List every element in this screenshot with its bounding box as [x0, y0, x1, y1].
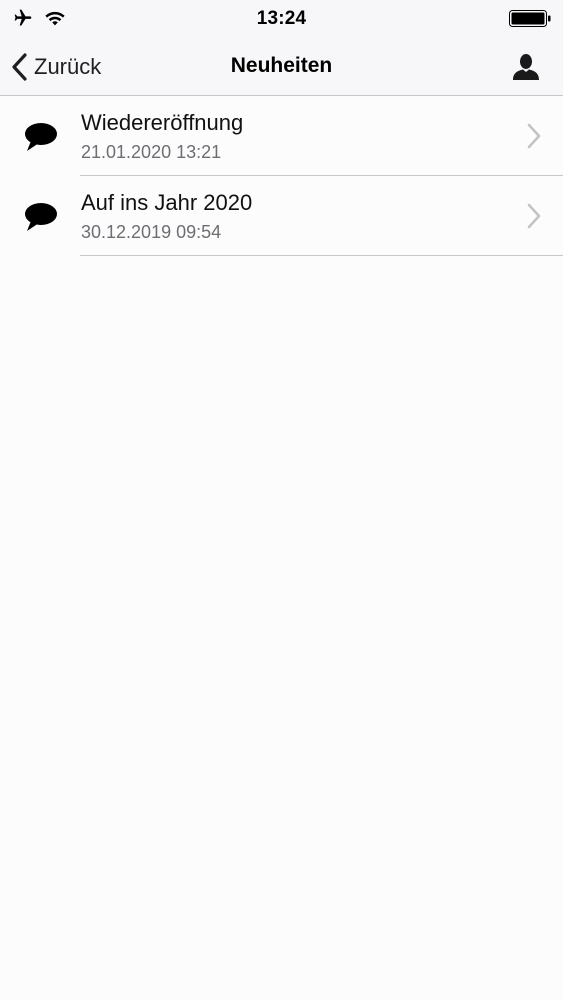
chevron-right-icon [527, 203, 541, 229]
list-item[interactable]: Auf ins Jahr 2020 30.12.2019 09:54 [0, 176, 563, 256]
speech-bubble-icon [25, 123, 57, 151]
news-title: Wiedereröffnung [81, 110, 244, 135]
news-date: 30.12.2019 09:54 [81, 222, 222, 242]
news-list: Wiedereröffnung 21.01.2020 13:21 Auf ins… [0, 96, 563, 256]
page-title: Neuheiten [230, 54, 333, 77]
battery-icon [509, 10, 551, 27]
news-title: Auf ins Jahr 2020 [81, 190, 253, 215]
row-separator [80, 255, 563, 256]
status-time: 13:24 [256, 8, 307, 29]
list-item[interactable]: Wiedereröffnung 21.01.2020 13:21 [0, 96, 563, 176]
speech-bubble-icon [25, 203, 57, 231]
status-bar: 13:24 [0, 0, 563, 38]
chevron-right-icon [527, 123, 541, 149]
navigation-bar: Zurück Neuheiten [0, 38, 563, 96]
person-icon[interactable] [511, 52, 541, 82]
news-date: 21.01.2020 13:21 [81, 142, 222, 162]
